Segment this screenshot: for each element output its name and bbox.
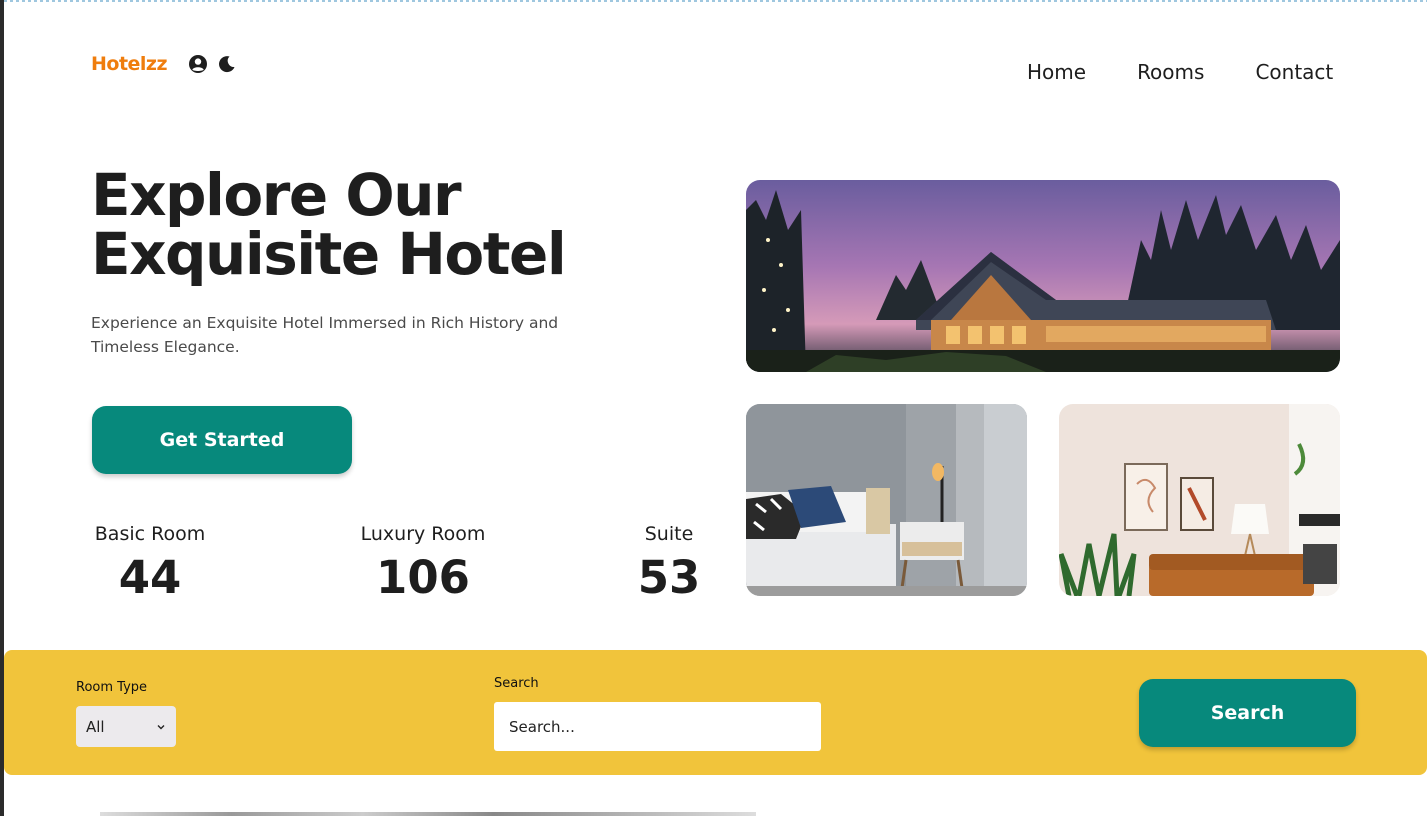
stat-value: 53	[637, 551, 701, 604]
bedroom-image	[746, 404, 1027, 596]
top-border	[4, 0, 1427, 2]
main-nav: Home Rooms Contact	[1027, 60, 1333, 84]
room-type-value: All	[86, 717, 105, 736]
living-room-image	[1059, 404, 1340, 596]
stat-suite: Suite 53	[624, 523, 714, 604]
hero-subtitle: Experience an Exquisite Hotel Immersed i…	[91, 314, 559, 356]
stat-value: 44	[118, 551, 182, 604]
hero-title: Explore Our Exquisite Hotel	[91, 161, 567, 288]
nav-contact[interactable]: Contact	[1255, 60, 1333, 84]
hotel-exterior-image	[746, 180, 1340, 372]
search-input[interactable]	[494, 702, 821, 751]
nav-home[interactable]: Home	[1027, 60, 1086, 84]
search-panel: Room Type All Search Search	[4, 650, 1427, 775]
search-button[interactable]: Search	[1139, 679, 1356, 747]
user-circle-icon[interactable]	[188, 54, 208, 74]
stat-label: Suite	[644, 523, 694, 545]
get-started-button[interactable]: Get Started	[92, 406, 352, 474]
stat-basic-room: Basic Room 44	[91, 523, 209, 604]
search-label: Search	[494, 676, 539, 691]
stat-luxury-room: Luxury Room 106	[358, 523, 488, 604]
stat-label: Basic Room	[94, 523, 206, 545]
next-section-image-peek	[100, 812, 756, 816]
room-type-label: Room Type	[76, 680, 148, 695]
stat-value: 106	[376, 551, 470, 604]
moon-icon[interactable]	[217, 54, 237, 74]
brand-logo[interactable]: Hotelzz	[91, 53, 168, 75]
nav-rooms[interactable]: Rooms	[1137, 60, 1204, 84]
stat-label: Luxury Room	[360, 523, 486, 545]
chevron-down-icon	[157, 724, 165, 729]
room-type-select[interactable]: All	[76, 706, 176, 747]
